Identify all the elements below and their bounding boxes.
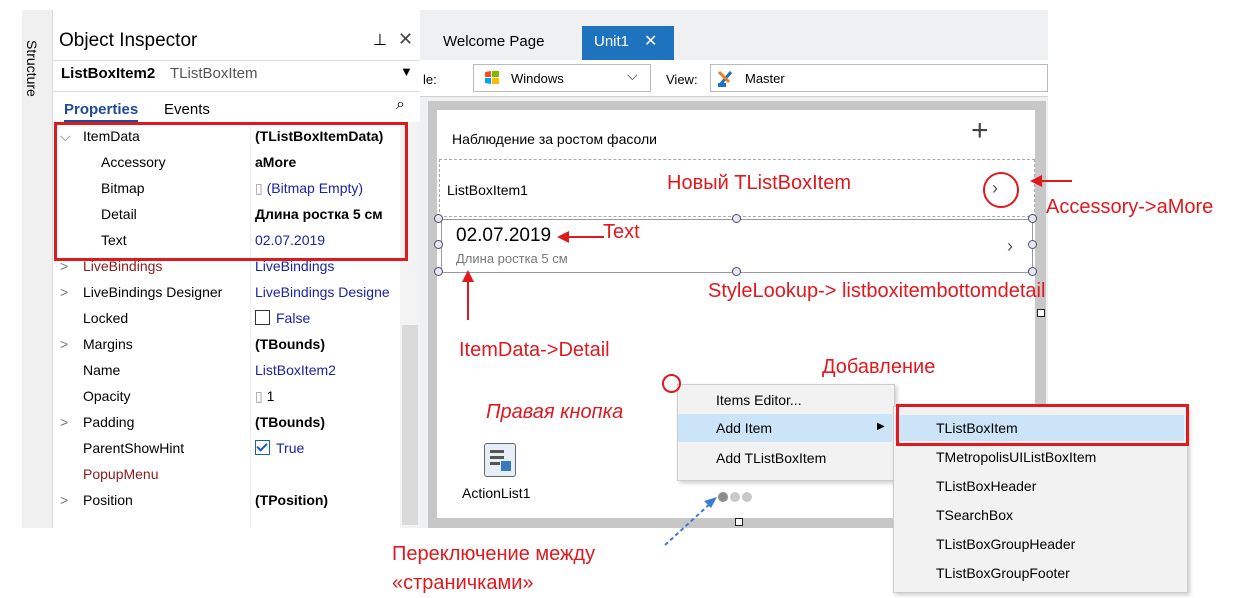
page-switch-arrow-icon xyxy=(664,497,717,546)
